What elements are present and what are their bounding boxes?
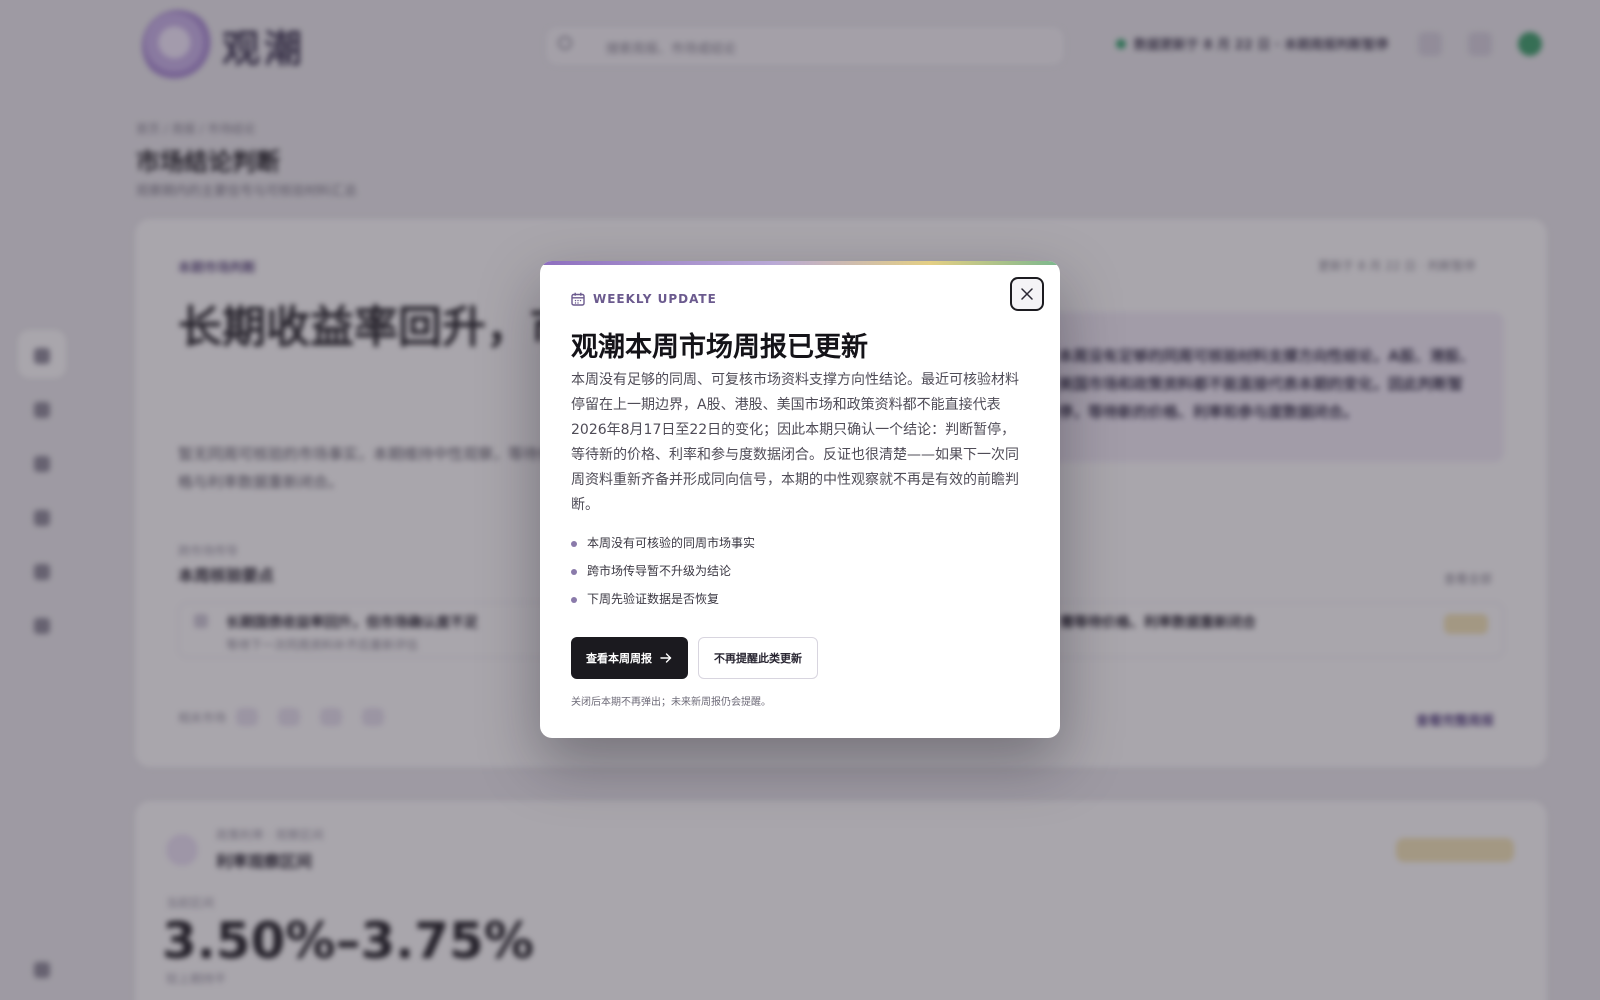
arrow-right-icon xyxy=(660,653,672,663)
bullet-text: 本周没有可核验的同周市场事实 xyxy=(587,536,756,550)
modal-title: 观潮本周市场周报已更新 xyxy=(571,332,868,363)
dont-remind-button[interactable]: 不再提醒此类更新 xyxy=(698,637,818,679)
bullet-text: 跨市场传导暂不升级为结论 xyxy=(587,564,732,578)
close-icon xyxy=(1021,288,1033,300)
modal-body: 本周没有足够的同周、可复核市场资料支撑方向性结论。最近可核验材料停留在上一期边界… xyxy=(571,372,1019,513)
list-item: 跨市场传导暂不升级为结论 xyxy=(571,562,755,590)
bullet-list: 本周没有可核验的同周市场事实 跨市场传导暂不升级为结论 下周先验证数据是否恢复 xyxy=(571,534,755,618)
view-weekly-report-button[interactable]: 查看本周周报 xyxy=(571,637,688,679)
modal-foot-note: 关闭后本期不再弹出；未来新周报仍会提醒。 xyxy=(571,697,771,708)
list-item: 下周先验证数据是否恢复 xyxy=(571,590,755,618)
modal-eyebrow: WEEKLY UPDATE xyxy=(593,292,717,306)
bullet-text: 下周先验证数据是否恢复 xyxy=(587,592,720,606)
list-item: 本周没有可核验的同周市场事实 xyxy=(571,534,755,562)
bullet-dot-icon xyxy=(571,569,577,575)
bullet-dot-icon xyxy=(571,597,577,603)
close-button[interactable] xyxy=(1010,277,1044,311)
modal-accent-bar xyxy=(540,261,1060,265)
view-weekly-report-label: 查看本周周报 xyxy=(586,652,652,665)
weekly-update-modal: WEEKLY UPDATE 观潮本周市场周报已更新 本周没有足够的同周、可复核市… xyxy=(540,261,1060,738)
calendar-icon xyxy=(571,292,585,306)
bullet-dot-icon xyxy=(571,541,577,547)
